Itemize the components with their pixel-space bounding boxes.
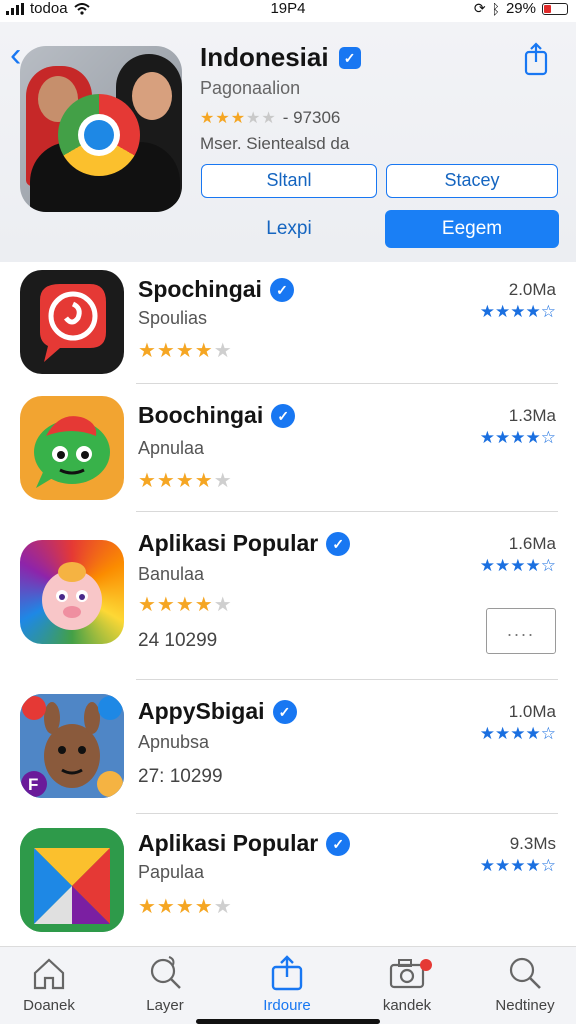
app-name-row: Spochingai ✓ bbox=[138, 276, 294, 303]
app-icon-spiral bbox=[20, 270, 124, 374]
app-size: 2.0Ma bbox=[508, 280, 556, 299]
app-size: 1.6Ma bbox=[508, 534, 556, 553]
tab-irdoure[interactable]: Irdoure bbox=[232, 953, 342, 1014]
tab-label: Nedtiney bbox=[495, 997, 555, 1014]
battery-icon bbox=[542, 2, 568, 15]
app-name-row: Aplikasi Popular ✓ bbox=[138, 530, 351, 557]
hero-image bbox=[20, 46, 182, 212]
left-outline-button[interactable]: Sltanl bbox=[201, 164, 377, 198]
rating-stars: ★★★★★ bbox=[138, 340, 233, 362]
list-item[interactable]: Boochingai ✓ Apnulaa ★★★★★ 1.3Ma ★★★★☆ bbox=[0, 384, 576, 512]
app-subtitle: Banulaa bbox=[138, 564, 205, 584]
app-subtitle: Papulaa bbox=[138, 862, 205, 882]
app-subtitle: Pagonaalion bbox=[200, 78, 301, 98]
app-name: Aplikasi Popular bbox=[138, 830, 319, 856]
sync-icon: ⟳ bbox=[473, 0, 486, 16]
header-rating-stars: ★★★★★ bbox=[200, 110, 277, 127]
blue-rating-stars: ★★★★☆ bbox=[479, 856, 556, 875]
app-header: ‹ Indonesiai ✓ Pagonaalion ★★★★★ - 97306… bbox=[0, 22, 576, 262]
app-name: Spochingai bbox=[138, 276, 262, 302]
app-meta: Mser. Sientealsd da bbox=[200, 134, 350, 153]
app-code: 27: 10299 bbox=[138, 766, 223, 787]
rating-count: - 97306 bbox=[282, 108, 341, 127]
app-icon-triangles bbox=[20, 828, 124, 932]
verified-icon: ✓ bbox=[326, 531, 351, 556]
text-link-button[interactable]: Lexpi bbox=[201, 218, 377, 240]
header-rating: ★★★★★ - 97306 bbox=[200, 108, 340, 128]
rating-stars: ★★★★★ bbox=[138, 470, 233, 492]
verified-icon: ✓ bbox=[326, 831, 351, 856]
search-leaf-icon bbox=[150, 956, 181, 989]
tab-label: Irdoure bbox=[263, 997, 311, 1014]
app-code: 24 10299 bbox=[138, 630, 218, 651]
app-icon-animal: F bbox=[20, 694, 124, 798]
blue-rating-stars: ★★★★☆ bbox=[479, 428, 556, 447]
tab-label: Layer bbox=[146, 997, 184, 1014]
page-title: Indonesiai bbox=[200, 42, 329, 72]
rating-stars: ★★★★★ bbox=[138, 594, 233, 616]
tab-label: Doanek bbox=[23, 997, 75, 1014]
list-item[interactable]: F AppySbigai ✓ Apnubsa 27: 10299 1.0Ma ★★… bbox=[0, 680, 576, 814]
app-size: 9.3Ms bbox=[509, 834, 556, 853]
app-icon-rainbow-pig bbox=[20, 540, 124, 644]
verified-icon: ✓ bbox=[269, 277, 294, 302]
app-icon-chat-face bbox=[20, 396, 124, 500]
list-item[interactable]: Aplikasi Popular ✓ Banulaa ★★★★★ 24 10299… bbox=[0, 512, 576, 680]
home-icon bbox=[33, 958, 65, 990]
upload-icon bbox=[271, 955, 303, 991]
tab-nedtiney[interactable]: Nedtiney bbox=[470, 953, 576, 1014]
primary-button[interactable]: Eegem bbox=[385, 210, 559, 248]
app-size: 1.0Ma bbox=[508, 702, 556, 721]
svg-text:F: F bbox=[28, 775, 38, 794]
app-name-row: Boochingai ✓ bbox=[138, 402, 296, 429]
more-options-button[interactable]: .... bbox=[486, 608, 556, 654]
app-name-row: Aplikasi Popular ✓ bbox=[138, 830, 351, 857]
list-item[interactable]: Aplikasi Popular ✓ Papulaa ★★★★★ 9.3Ms ★★… bbox=[0, 814, 576, 946]
app-size: 1.3Ma bbox=[508, 406, 556, 425]
tab-label: kandek bbox=[382, 997, 432, 1014]
app-name: Aplikasi Popular bbox=[138, 530, 319, 556]
chrome-logo-icon bbox=[58, 94, 140, 176]
app-name-row: AppySbigai ✓ bbox=[138, 698, 297, 725]
app-subtitle: Apnubsa bbox=[138, 732, 210, 752]
bottom-tab-bar: Doanek Layer Irdoure kandek Nedtiney bbox=[0, 946, 576, 1024]
app-subtitle: Spoulias bbox=[138, 308, 208, 328]
app-title-row: Indonesiai ✓ bbox=[200, 42, 361, 73]
notification-badge bbox=[420, 959, 432, 971]
battery-percent: 29% bbox=[505, 0, 536, 17]
verified-icon: ✓ bbox=[272, 699, 297, 724]
app-name: AppySbigai bbox=[138, 698, 265, 724]
verified-icon: ✓ bbox=[271, 403, 296, 428]
verified-icon: ✓ bbox=[338, 46, 361, 69]
tab-doanek[interactable]: Doanek bbox=[0, 953, 104, 1014]
bluetooth-icon: ᛒ bbox=[491, 0, 500, 17]
rating-stars: ★★★★★ bbox=[138, 896, 233, 918]
app-name: Boochingai bbox=[138, 402, 264, 428]
tab-kandek[interactable]: kandek bbox=[352, 953, 462, 1014]
camera-icon bbox=[389, 959, 425, 989]
right-outline-button[interactable]: Stacey bbox=[386, 164, 558, 198]
tab-layer[interactable]: Layer bbox=[110, 953, 220, 1014]
share-icon[interactable] bbox=[522, 42, 550, 76]
blue-rating-stars: ★★★★☆ bbox=[479, 724, 556, 743]
blue-rating-stars: ★★★★☆ bbox=[479, 302, 556, 321]
home-indicator bbox=[196, 1019, 380, 1024]
blue-rating-stars: ★★★★☆ bbox=[479, 556, 556, 575]
search-icon bbox=[509, 957, 541, 989]
app-subtitle: Apnulaa bbox=[138, 438, 205, 458]
status-bar: todoa 19P4 ⟳ ᛒ 29% bbox=[0, 0, 576, 22]
list-item[interactable]: Spochingai ✓ Spoulias ★★★★★ 2.0Ma ★★★★☆ bbox=[0, 262, 576, 384]
